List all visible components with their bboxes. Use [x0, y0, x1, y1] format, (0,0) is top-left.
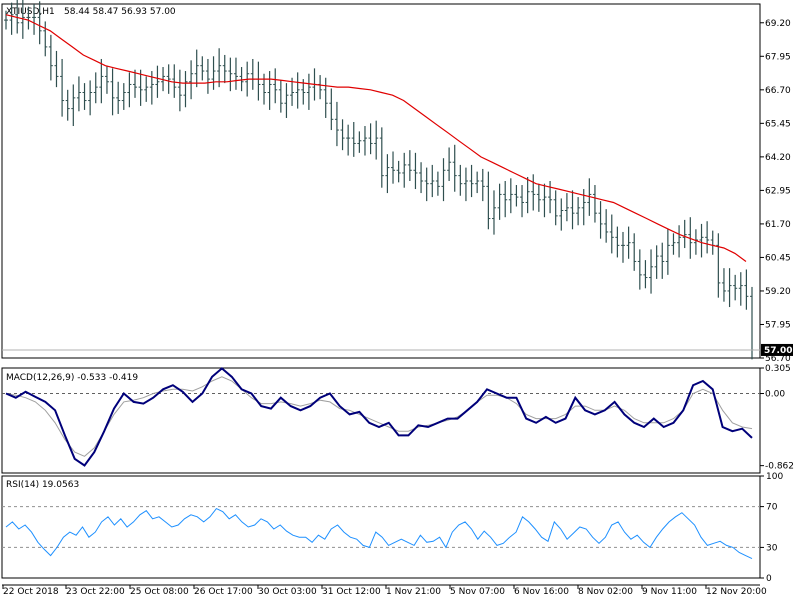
price-ytick-label: 69.20 — [765, 19, 791, 29]
panel-frame-1 — [1, 367, 761, 474]
x-tick-label: 25 Oct 08:00 — [130, 587, 189, 597]
price-ytick-label: 62.95 — [765, 186, 791, 196]
price-ytick-label: 61.70 — [765, 220, 791, 230]
rsi-line — [5, 507, 753, 560]
price-panel: XTIUSD,H1 58.44 58.47 56.93 57.00 — [2, 0, 760, 360]
x-tick-label: 8 Nov 02:00 — [578, 587, 633, 597]
macd-ytick-label: -0.862 — [765, 462, 794, 472]
price-ytick-label: 60.45 — [765, 253, 791, 263]
price-ytick-label: 66.70 — [765, 86, 791, 96]
rsi-ytick-label: 30 — [766, 543, 778, 553]
last-price-label: 57.00 — [764, 346, 792, 356]
ohlc-label: 58.44 58.47 56.93 57.00 — [64, 7, 176, 17]
x-tick-label: 30 Oct 03:00 — [258, 587, 317, 597]
macd-ytick-label: 0.00 — [765, 390, 785, 400]
x-tick-label: 5 Nov 07:00 — [450, 587, 505, 597]
rsi-ytick-label: 100 — [766, 472, 783, 482]
chart-svg: XTIUSD,H1 58.44 58.47 56.93 57.00 MACD(1… — [1, 0, 794, 597]
macd-label: MACD(12,26,9) -0.533 -0.419 — [6, 373, 138, 383]
panel-frame-2 — [1, 475, 761, 579]
x-tick-label: 26 Oct 17:00 — [194, 587, 253, 597]
macd-ytick-label: 0.305 — [765, 364, 791, 374]
panel-frames — [1, 3, 761, 586]
chart-root: XTIUSD,H1 58.44 58.47 56.93 57.00 MACD(1… — [0, 0, 800, 600]
panel-frame-0 — [1, 3, 761, 359]
rsi-ytick-label: 0 — [766, 574, 772, 584]
axis-group: 69.20 67.95 66.70 65.45 64.20 62.95 61.70 60.45… — [2, 19, 794, 597]
x-tick-label: 9 Nov 11:00 — [642, 587, 697, 597]
macd-signal-line — [5, 376, 753, 457]
rsi-label: RSI(14) 19.0563 — [6, 480, 79, 490]
price-ytick-label: 64.20 — [765, 153, 791, 163]
x-tick-label: 6 Nov 16:00 — [514, 587, 569, 597]
price-ytick-label: 57.95 — [765, 320, 791, 330]
x-tick-label: 23 Oct 22:00 — [66, 587, 125, 597]
symbol-label: XTIUSD,H1 — [6, 7, 55, 17]
macd-panel: MACD(12,26,9) -0.533 -0.419 — [2, 367, 760, 467]
rsi-panel: RSI(14) 19.0563 — [2, 480, 760, 560]
x-tick-label: 12 Nov 20:00 — [706, 587, 767, 597]
x-tick-label: 22 Oct 2018 — [3, 587, 59, 597]
x-tick-label: 31 Oct 12:00 — [322, 587, 381, 597]
x-tick-label: 1 Nov 21:00 — [386, 587, 441, 597]
rsi-ytick-label: 70 — [766, 503, 778, 513]
price-ytick-label: 59.20 — [765, 287, 791, 297]
price-ytick-label: 67.95 — [765, 52, 791, 62]
price-ytick-label: 65.45 — [765, 119, 791, 129]
